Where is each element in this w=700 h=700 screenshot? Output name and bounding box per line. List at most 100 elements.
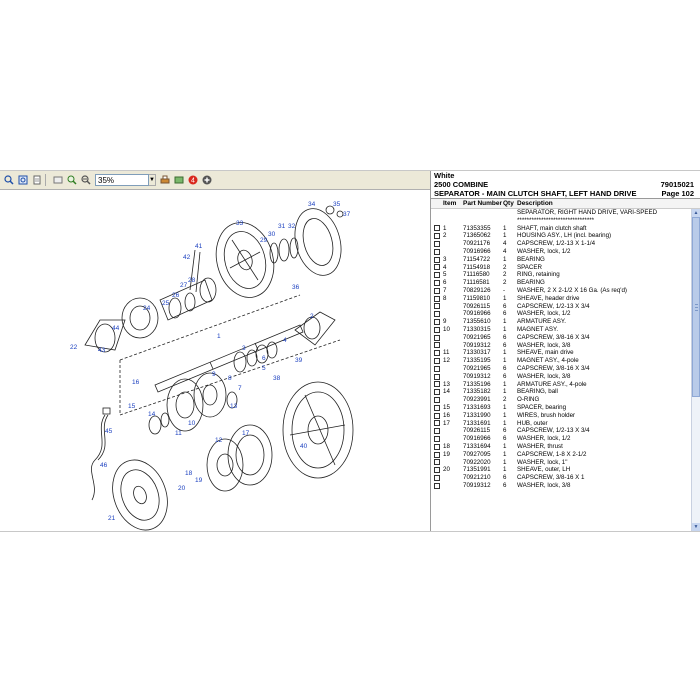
row-checkbox[interactable] — [434, 373, 440, 380]
row-checkbox[interactable] — [434, 248, 440, 255]
add-icon[interactable] — [201, 175, 212, 186]
row-item-number: 13 — [443, 380, 450, 388]
row-checkbox[interactable] — [434, 303, 440, 310]
table-row[interactable]: 70919312 6 WASHER, lock, 3/8 — [431, 373, 691, 381]
table-row[interactable]: ******************************** — [431, 217, 691, 225]
zoom-out-icon[interactable] — [80, 175, 91, 186]
row-checkbox[interactable] — [434, 443, 440, 450]
row-description: CAPSCREW, 1/2-13 X 3/4 — [517, 427, 590, 435]
row-checkbox[interactable] — [434, 280, 440, 287]
stop-icon[interactable]: 4 — [187, 175, 198, 186]
table-row[interactable]: 9 71355610 1 ARMATURE ASY. — [431, 318, 691, 326]
scroll-thumb[interactable] — [692, 217, 700, 397]
scroll-up-arrow-icon[interactable]: ▲ — [692, 209, 700, 217]
table-row[interactable]: 70916966 4 WASHER, lock, 1/2 — [431, 248, 691, 256]
parts-scrollbar[interactable]: ▲ ▼ — [691, 209, 700, 531]
row-checkbox[interactable] — [434, 467, 440, 474]
row-checkbox[interactable] — [434, 256, 440, 263]
callout-21: 21 — [108, 515, 116, 522]
table-row[interactable]: 11 71330317 1 SHEAVE, main drive — [431, 349, 691, 357]
zoom-window-icon[interactable] — [66, 175, 77, 186]
row-checkbox[interactable] — [434, 326, 440, 333]
row-checkbox[interactable] — [434, 428, 440, 435]
column-item[interactable]: Item — [443, 199, 463, 208]
row-checkbox[interactable] — [434, 474, 440, 481]
row-checkbox[interactable] — [434, 225, 440, 232]
table-row[interactable]: 20 71351991 1 SHEAVE, outer, LH — [431, 466, 691, 474]
table-row[interactable]: SEPARATOR, RIGHT HAND DRIVE, VARI-SPEED — [431, 209, 691, 217]
row-checkbox[interactable] — [434, 451, 440, 458]
row-checkbox[interactable] — [434, 482, 440, 489]
row-checkbox[interactable] — [434, 365, 440, 372]
row-checkbox[interactable] — [434, 334, 440, 341]
row-checkbox[interactable] — [434, 319, 440, 326]
row-checkbox[interactable] — [434, 459, 440, 466]
row-part-number: 71331990 — [463, 411, 491, 419]
row-checkbox[interactable] — [434, 295, 440, 302]
row-checkbox[interactable] — [434, 397, 440, 404]
table-row[interactable]: 70923991 2 O-RING — [431, 396, 691, 404]
column-part-number[interactable]: Part Number — [463, 199, 503, 208]
zoom-input[interactable]: 35% — [95, 174, 149, 186]
row-checkbox[interactable] — [434, 436, 440, 442]
row-checkbox[interactable] — [434, 404, 440, 411]
table-row[interactable]: 3 71154722 1 BEARING — [431, 256, 691, 264]
row-checkbox[interactable] — [434, 381, 440, 388]
table-row[interactable]: 70919312 6 WASHER, lock, 3/8 — [431, 482, 691, 490]
table-row[interactable]: 17 71331691 1 HUB, outer — [431, 420, 691, 428]
table-row[interactable]: 10 71330315 1 MAGNET ASY. — [431, 326, 691, 334]
select-all-column — [431, 199, 443, 208]
row-checkbox-cell — [431, 412, 443, 420]
column-description[interactable]: Description — [517, 199, 700, 208]
table-row[interactable]: 70922020 1 WASHER, lock, 1" — [431, 459, 691, 467]
table-row[interactable]: 70921965 6 CAPSCREW, 3/8-16 X 3/4 — [431, 334, 691, 342]
table-row[interactable]: 7 70829126 - WASHER, 2 X 2-1/2 X 16 Ga. (As… — [431, 287, 691, 295]
table-row[interactable]: 13 71335196 1 ARMATURE ASY., 4-pole — [431, 381, 691, 389]
row-checkbox[interactable] — [434, 350, 440, 357]
row-checkbox[interactable] — [434, 264, 440, 271]
table-row[interactable]: 70926115 6 CAPSCREW, 1/2-13 X 3/4 — [431, 303, 691, 311]
table-row[interactable]: 19 70927095 1 CAPSCREW, 1-8 X 2-1/2 — [431, 451, 691, 459]
table-row[interactable]: 70919312 6 WASHER, lock, 3/8 — [431, 342, 691, 350]
row-checkbox[interactable] — [434, 287, 440, 294]
table-row[interactable]: 5 71116580 2 RING, retaining — [431, 271, 691, 279]
table-row[interactable]: 12 71335195 1 MAGNET ASY., 4-pole — [431, 357, 691, 365]
page-icon[interactable] — [31, 175, 42, 186]
row-part-number: 71353355 — [463, 224, 491, 232]
table-row[interactable]: 4 71154918 2 SPACER — [431, 264, 691, 272]
row-checkbox[interactable] — [434, 311, 440, 318]
model-code: 79015021 — [660, 180, 694, 189]
table-row[interactable]: 70921176 4 CAPSCREW, 1/2-13 X 1-1/4 — [431, 240, 691, 248]
table-row[interactable]: 70921210 6 CAPSCREW, 3/8-16 X 1 — [431, 474, 691, 482]
table-row[interactable]: 6 71116581 2 BEARING — [431, 279, 691, 287]
column-qty[interactable]: Qty — [503, 199, 517, 208]
table-row[interactable]: 1 71353355 1 SHAFT, main clutch shaft — [431, 225, 691, 233]
row-checkbox[interactable] — [434, 342, 440, 349]
fit-page-icon[interactable] — [17, 175, 28, 186]
callout-45: 45 — [105, 428, 113, 435]
row-checkbox[interactable] — [434, 241, 440, 248]
table-row[interactable]: 70926115 6 CAPSCREW, 1/2-13 X 3/4 — [431, 427, 691, 435]
print-icon[interactable] — [159, 175, 170, 186]
row-checkbox[interactable] — [434, 272, 440, 279]
table-row[interactable]: 2 71365062 1 HOUSING ASY., LH (incl. bearin… — [431, 232, 691, 240]
table-row[interactable]: 8 71159810 1 SHEAVE, header drive — [431, 295, 691, 303]
row-checkbox[interactable] — [434, 420, 440, 427]
chevron-down-icon[interactable]: ▼ — [149, 174, 156, 186]
zoom-in-icon[interactable] — [3, 175, 14, 186]
table-row[interactable]: 14 71335182 1 BEARING, ball — [431, 388, 691, 396]
table-row[interactable]: 70916966 6 WASHER, lock, 1/2 — [431, 310, 691, 318]
row-description: SHEAVE, header drive — [517, 294, 580, 302]
row-checkbox[interactable] — [434, 389, 440, 396]
table-row[interactable]: 70921965 6 CAPSCREW, 3/8-16 X 3/4 — [431, 365, 691, 373]
scroll-down-arrow-icon[interactable]: ▼ — [692, 523, 700, 531]
row-checkbox[interactable] — [434, 358, 440, 365]
page-nav-icon[interactable] — [52, 175, 63, 186]
table-row[interactable]: 16 71331990 1 WIRES, brush holder — [431, 412, 691, 420]
row-checkbox[interactable] — [434, 412, 440, 419]
row-checkbox[interactable] — [434, 233, 440, 240]
table-row[interactable]: 70916966 6 WASHER, lock, 1/2 — [431, 435, 691, 443]
tools-icon[interactable] — [173, 175, 184, 186]
table-row[interactable]: 15 71331693 1 SPACER, bearing — [431, 404, 691, 412]
table-row[interactable]: 18 71331694 1 WASHER, thrust — [431, 443, 691, 451]
